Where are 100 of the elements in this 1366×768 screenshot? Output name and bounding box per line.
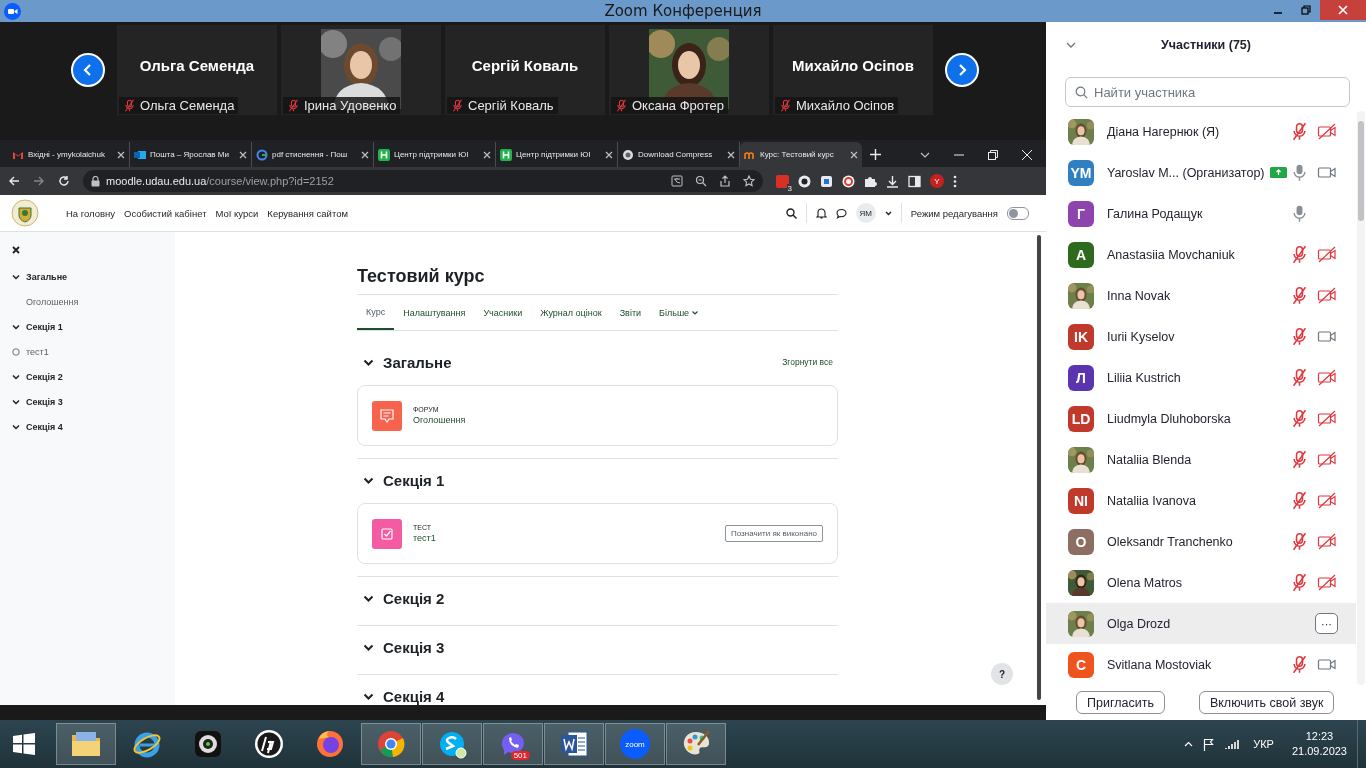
help-button[interactable]: ? <box>991 663 1013 685</box>
course-tab[interactable]: Налаштування <box>394 295 475 330</box>
chevron-down-icon[interactable] <box>920 151 930 158</box>
nav-link[interactable]: Мої курси <box>215 207 259 219</box>
caret-icon[interactable] <box>884 210 892 216</box>
chevron-up-icon[interactable] <box>1184 741 1194 747</box>
mark-done-button[interactable]: Позначити як виконано <box>725 525 823 542</box>
panel-button[interactable]: Включить свой звук <box>1198 691 1335 714</box>
participant-row[interactable]: C Svitlana Mostoviak <box>1046 644 1356 685</box>
course-tab[interactable]: Учасники <box>474 295 532 330</box>
participant-row[interactable]: Діана Нагернюк (Я) <box>1046 111 1356 152</box>
panel-button[interactable]: Пригласить <box>1076 691 1165 714</box>
video-camera-icon[interactable] <box>1316 164 1337 181</box>
close-button[interactable] <box>1320 0 1366 20</box>
back-icon[interactable] <box>8 175 20 187</box>
search-field[interactable]: Найти участника <box>1065 77 1350 107</box>
video-camera-icon[interactable] <box>1316 656 1337 673</box>
taskbar-app[interactable]: 501 <box>483 723 543 765</box>
course-tab[interactable]: Журнал оцінок <box>531 295 611 330</box>
restore-icon[interactable] <box>988 149 998 160</box>
user-avatar[interactable]: ЯМ <box>855 203 876 223</box>
participant-row[interactable]: LD Liudmyla Dluhoborska <box>1046 398 1356 439</box>
download-icon[interactable] <box>886 174 899 188</box>
extension-icon[interactable] <box>842 174 855 188</box>
course-tab[interactable]: Більше <box>650 295 708 330</box>
participant-row[interactable]: YM Yaroslav M... (Организатор) <box>1046 152 1356 193</box>
participant-row[interactable]: Л Liliia Kustrich <box>1046 357 1356 398</box>
extension-icon[interactable] <box>798 174 811 188</box>
share-icon[interactable] <box>719 175 731 187</box>
nav-link[interactable]: Особистий кабінет <box>124 207 207 219</box>
search-icon[interactable] <box>785 207 797 219</box>
language-indicator[interactable]: УКР <box>1253 738 1274 750</box>
zoom-icon[interactable] <box>695 175 707 187</box>
flag-icon[interactable] <box>1203 737 1216 751</box>
activity-link[interactable]: Оголошення <box>413 415 466 425</box>
address-field[interactable]: moodle.udau.edu.ua/course/view.php?id=2152 <box>83 170 763 192</box>
video-off-icon[interactable] <box>1316 287 1337 304</box>
participant-row[interactable]: Inna Novak <box>1046 275 1356 316</box>
video-off-icon[interactable] <box>1316 533 1337 550</box>
course-tab[interactable]: Курс <box>357 295 395 330</box>
taskbar-app[interactable] <box>544 723 604 765</box>
video-off-icon[interactable] <box>1316 492 1337 509</box>
close-icon[interactable] <box>12 246 20 254</box>
profile-avatar[interactable]: Y <box>930 174 944 188</box>
new-tab-icon[interactable] <box>870 149 881 160</box>
video-off-icon[interactable] <box>1316 410 1337 427</box>
clock-date[interactable]: 21.09.2023 <box>1291 744 1347 759</box>
puzzle-icon[interactable] <box>864 174 877 188</box>
chat-icon[interactable] <box>835 207 847 219</box>
index-section[interactable]: Секція 1 <box>12 314 175 339</box>
signal-icon[interactable] <box>1225 738 1240 750</box>
windows-start-icon[interactable] <box>12 732 36 756</box>
taskbar-app[interactable] <box>666 723 726 765</box>
star-icon[interactable] <box>743 175 755 187</box>
nav-link[interactable]: На головну <box>66 207 116 219</box>
index-item[interactable]: тест1 <box>12 339 175 364</box>
edit-mode-toggle[interactable] <box>1007 206 1029 220</box>
bell-icon[interactable] <box>815 207 827 219</box>
video-off-icon[interactable] <box>1316 451 1337 468</box>
side-panel-icon[interactable] <box>908 174 921 188</box>
reload-icon[interactable] <box>58 175 70 187</box>
participant-row[interactable]: A Anastasiia Movchaniuk <box>1046 234 1356 275</box>
participant-row[interactable]: IK Iurii Kyselov <box>1046 316 1356 357</box>
collapse-all-link[interactable]: Згорнути все <box>782 357 838 367</box>
course-tab[interactable]: Звіти <box>610 295 651 330</box>
index-section[interactable]: Секція 4 <box>12 414 175 439</box>
more-button[interactable]: ··· <box>1315 613 1338 634</box>
forward-icon[interactable] <box>33 175 45 187</box>
scrollbar[interactable] <box>1037 235 1041 700</box>
index-item[interactable]: Оголошення <box>12 289 175 314</box>
chevron-down-icon[interactable] <box>1066 42 1076 48</box>
chevron-left-icon[interactable] <box>82 63 94 77</box>
index-section[interactable]: Секція 3 <box>12 389 175 414</box>
video-camera-icon[interactable] <box>1316 328 1337 345</box>
participant-row[interactable]: Olga Drozd ··· <box>1046 603 1356 644</box>
participant-row[interactable]: Olena Matros <box>1046 562 1356 603</box>
video-off-icon[interactable] <box>1316 574 1337 591</box>
browser-tab[interactable]: Курс: Тестовий курс <box>740 142 862 167</box>
taskbar-app[interactable]: zoom <box>605 723 665 765</box>
menu-icon[interactable] <box>953 174 957 188</box>
participant-row[interactable]: Г Галина Родащук <box>1046 193 1356 234</box>
restore-icon[interactable] <box>1301 5 1311 15</box>
video-off-icon[interactable] <box>1316 123 1337 140</box>
previous-page-button[interactable] <box>71 53 105 87</box>
video-off-icon[interactable] <box>1316 369 1337 386</box>
video-off-icon[interactable] <box>1316 246 1337 263</box>
scrollbar[interactable] <box>1357 111 1365 685</box>
index-section[interactable]: Секція 2 <box>12 364 175 389</box>
university-logo-icon[interactable] <box>11 199 39 227</box>
taskbar-app[interactable] <box>422 723 482 765</box>
nav-link[interactable]: Керування сайтом <box>267 207 348 219</box>
next-page-button[interactable] <box>945 53 979 87</box>
participant-row[interactable]: O Oleksandr Tranchenko <box>1046 521 1356 562</box>
clock-time[interactable]: 12:23 <box>1305 729 1334 744</box>
participant-row[interactable]: Nataliia Blenda <box>1046 439 1356 480</box>
participant-row[interactable]: NI Nataliia Ivanova <box>1046 480 1356 521</box>
translate-icon[interactable] <box>671 175 683 187</box>
index-section[interactable]: Загальне <box>12 264 175 289</box>
extension-icon[interactable] <box>820 174 833 188</box>
activity-link[interactable]: тест1 <box>413 533 436 543</box>
